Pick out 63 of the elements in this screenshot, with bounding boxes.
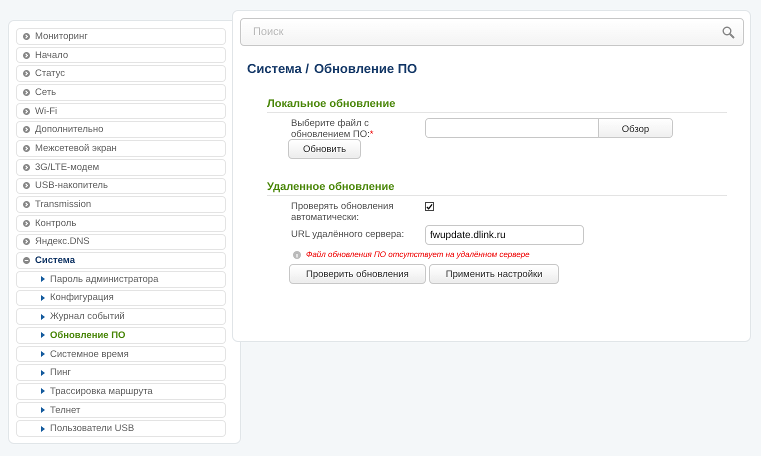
checkbox[interactable] <box>425 202 434 211</box>
arrow-circle-icon <box>23 164 30 171</box>
action-button[interactable]: Применить настройки <box>428 264 560 284</box>
sidebar-subitem[interactable]: Конфигурация <box>16 290 226 306</box>
arrow-circle-icon <box>23 70 30 78</box>
breadcrumb: Система / <box>247 61 309 76</box>
arrow-circle-icon <box>23 126 30 134</box>
sidebar-item[interactable]: Яндекс.DNS <box>16 234 226 250</box>
error-message: Файл обновления ПО отсутствует на удалённом сервере <box>306 250 530 259</box>
sidebar-item[interactable]: USB-накопитель <box>16 178 226 194</box>
sidebar-subitem[interactable]: Пользователи USB <box>16 420 226 438</box>
sidebar-item[interactable]: Статус <box>16 65 226 82</box>
file-chooser[interactable]: Обзор <box>425 118 673 138</box>
arrow-circle-icon <box>23 144 30 152</box>
sidebar-item[interactable]: Wi-Fi <box>16 102 226 120</box>
action-button[interactable]: Проверить обновления <box>289 264 426 284</box>
sidebar-item[interactable]: Система <box>16 252 226 269</box>
section-title: Локальное обновление <box>267 98 727 113</box>
search-icon <box>722 26 735 38</box>
chevron-icon <box>41 332 45 338</box>
sidebar-subitem[interactable]: Журнал событий <box>16 308 226 325</box>
field-label: Выберите файл с обновлением ПО:* <box>291 118 374 140</box>
sidebar-item[interactable]: Начало <box>16 46 226 64</box>
chevron-icon <box>41 426 45 432</box>
breadcrumb: Обновление ПО <box>314 61 418 76</box>
sidebar-subitem[interactable]: Телнет <box>16 402 226 418</box>
arrow-circle-icon <box>23 52 30 59</box>
sidebar-item[interactable]: Межсетевой экран <box>16 140 226 157</box>
info-icon <box>293 250 301 258</box>
sidebar-subitem[interactable]: Обновление ПО <box>16 327 226 344</box>
update-button[interactable]: Обновить <box>288 139 362 159</box>
sidebar-subitem[interactable]: Системное время <box>16 346 226 362</box>
arrow-circle-icon <box>23 88 30 96</box>
chevron-icon <box>41 314 45 320</box>
chevron-icon <box>41 294 45 301</box>
sidebar-item[interactable]: Transmission <box>16 196 226 213</box>
chevron-icon <box>41 407 45 414</box>
chevron-icon <box>41 351 45 358</box>
search-bar[interactable]: Поиск <box>240 18 744 46</box>
sidebar-subitem[interactable]: Пароль администратора <box>16 270 226 288</box>
minus-circle-icon <box>23 257 30 264</box>
field-label: URL удалённого сервера: <box>291 229 406 240</box>
field-label: Проверять обновления автоматически: <box>291 201 394 223</box>
arrow-circle-icon <box>23 32 30 40</box>
browse-button[interactable]: Обзор <box>598 119 672 137</box>
sidebar-item[interactable]: Контроль <box>16 214 226 232</box>
arrow-circle-icon <box>23 182 30 190</box>
sidebar-item[interactable]: Мониторинг <box>16 28 226 45</box>
arrow-circle-icon <box>23 220 30 227</box>
url-field[interactable]: fwupdate.dlink.ru <box>425 225 584 245</box>
sidebar-item[interactable]: Дополнительно <box>16 121 226 138</box>
chevron-icon <box>41 388 45 394</box>
section-title: Удаленное обновление <box>267 181 727 196</box>
arrow-circle-icon <box>23 238 30 246</box>
sidebar-subitem[interactable]: Пинг <box>16 364 226 382</box>
sidebar-item[interactable]: 3G/LTE-модем <box>16 158 226 176</box>
search-field[interactable]: Поиск <box>251 25 722 39</box>
sidebar-item[interactable]: Сеть <box>16 84 226 101</box>
sidebar-subitem[interactable]: Трассировка маршрута <box>16 383 226 400</box>
arrow-circle-icon <box>23 201 30 208</box>
arrow-circle-icon <box>23 108 30 115</box>
chevron-icon <box>41 370 45 376</box>
chevron-icon <box>41 276 45 282</box>
